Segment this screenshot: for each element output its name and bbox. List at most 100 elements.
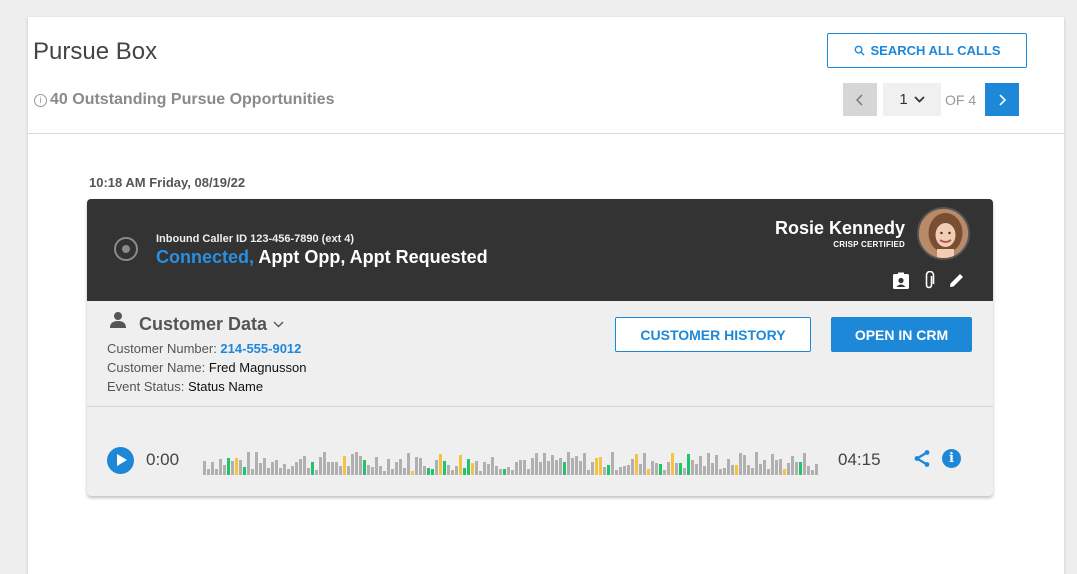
waveform-bar [515,462,518,475]
page-title: Pursue Box [33,38,158,65]
waveform-bar [303,456,306,475]
customer-number-link[interactable]: 214-555-9012 [220,341,301,356]
waveform-bar [463,468,466,475]
waveform-bar [395,462,398,475]
waveform-bar [379,466,382,475]
info-icon[interactable]: i [942,449,961,468]
waveform-bar [527,469,530,475]
waveform-bar [423,466,426,475]
search-all-calls-button[interactable]: SEARCH ALL CALLS [827,33,1027,68]
waveform-bar [547,461,550,475]
waveform-bar [459,455,462,475]
waveform-bar [259,463,262,475]
waveform-bar [575,456,578,475]
waveform-bar [491,457,494,475]
waveform-bar [243,467,246,475]
waveform-bar [287,469,290,475]
waveform-bar [247,452,250,475]
waveform-bar [415,457,418,475]
call-card-header: Inbound Caller ID 123-456-7890 (ext 4) C… [87,199,993,301]
event-status-row: Event Status: Status Name [107,379,263,394]
waveform-bar [335,462,338,475]
waveform-bar [467,459,470,475]
pencil-icon[interactable] [948,272,965,289]
waveform-bar [295,462,298,475]
waveform-bar [299,459,302,475]
caller-id: Inbound Caller ID 123-456-7890 (ext 4) [156,233,355,245]
waveform-bar [267,468,270,475]
waveform-bar [627,465,630,475]
page-total: OF 4 [945,91,977,108]
call-actions [892,271,965,290]
waveform-bar [815,464,818,475]
waveform-bar [667,462,670,475]
chevron-down-icon [914,96,925,103]
waveform-bar [403,468,406,475]
waveform-bar [343,456,346,475]
waveform-bar [563,462,566,475]
header-divider [28,133,1064,134]
waveform-bar [663,470,666,475]
waveform-bar [235,458,238,475]
waveform-bar [703,466,706,475]
waveform-bar [623,466,626,475]
waveform-bar [647,469,650,475]
waveform-bar [595,458,598,475]
waveform-bar [639,464,642,475]
waveform-bar [283,464,286,475]
paperclip-icon[interactable] [923,271,935,290]
waveform-bar [339,466,342,475]
waveform-bar [787,463,790,475]
waveform-bar [795,462,798,475]
search-icon [854,45,865,56]
waveform-bar [651,461,654,475]
waveform-bar [607,465,610,475]
waveform-bar [383,471,386,475]
waveform-bar [611,452,614,475]
contact-card-icon[interactable] [892,272,910,290]
avatar [917,207,970,260]
waveform-bar [679,463,682,475]
waveform-bar [771,454,774,475]
waveform-bar [735,465,738,475]
waveform-bar [255,452,258,475]
waveform-bar [495,466,498,475]
waveform-bar [399,459,402,475]
waveform-bar [715,455,718,475]
waveform-bar [719,469,722,475]
agent-certification: CRISP CERTIFIED [833,240,905,249]
waveform-bar [331,462,334,475]
event-status-label: Event Status: [107,379,188,394]
event-status-value: Status Name [187,379,264,394]
waveform-bar [675,463,678,475]
waveform-bar [571,458,574,475]
status-connected: Connected, [156,247,255,267]
open-in-crm-button[interactable]: OPEN IN CRM [831,317,972,352]
play-icon[interactable] [107,447,134,474]
customer-data-toggle[interactable]: Customer Data [139,314,284,335]
waveform-bar [347,466,350,475]
waveform-bar [763,460,766,475]
waveform-bar [799,462,802,475]
waveform-bar [391,469,394,475]
waveform-bar [727,459,730,475]
page-select[interactable]: 1 [883,83,941,116]
chevron-down-icon [273,321,284,328]
radio-icon[interactable] [114,237,138,261]
audio-waveform[interactable] [203,447,819,475]
customer-history-button[interactable]: CUSTOMER HISTORY [615,317,811,352]
waveform-bar [803,453,806,475]
waveform-bar [591,462,594,475]
waveform-bar [223,465,226,475]
waveform-bar [447,465,450,475]
share-icon[interactable] [913,449,931,468]
waveform-bar [291,466,294,475]
call-status: Connected, Appt Opp, Appt Requested [156,247,488,268]
prev-page-button[interactable] [843,83,877,116]
waveform-bar [551,455,554,475]
waveform-bar [567,452,570,475]
waveform-bar [479,471,482,475]
waveform-bar [215,469,218,475]
waveform-bar [723,468,726,475]
next-page-button[interactable] [985,83,1019,116]
